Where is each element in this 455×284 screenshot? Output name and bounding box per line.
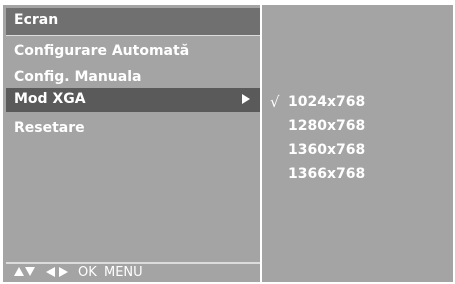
checkmark-icon: √ <box>270 93 280 111</box>
option-label: 1360x768 <box>288 142 366 158</box>
option-1360x768[interactable]: 1360x768 <box>262 139 453 161</box>
left-arrow-icon <box>46 267 55 277</box>
menu-item-resetare[interactable]: Resetare <box>6 117 260 141</box>
submenu-arrow-icon <box>242 94 250 104</box>
right-arrow-icon <box>59 267 68 277</box>
menu-item-config-manuala[interactable]: Config. Manuala <box>6 66 260 90</box>
option-label: 1280x768 <box>288 118 366 134</box>
up-arrow-icon <box>14 267 24 276</box>
submenu-panel: √ 1024x768 1280x768 1360x768 1366x768 <box>262 5 453 282</box>
menu-hint: MENU <box>104 265 143 280</box>
option-label: 1024x768 <box>288 94 366 110</box>
menu-item-label: Mod XGA <box>14 91 86 107</box>
option-label: 1366x768 <box>288 166 366 182</box>
menu-title: Ecran <box>14 12 59 28</box>
menu-item-label: Configurare Automată <box>14 43 190 59</box>
menu-title-bar: Ecran <box>6 8 260 36</box>
menu-item-label: Config. Manuala <box>14 69 142 85</box>
menu-item-mod-xga[interactable]: Mod XGA <box>6 88 260 112</box>
main-menu-panel: Ecran Configurare Automată Config. Manua… <box>3 5 260 282</box>
option-1366x768[interactable]: 1366x768 <box>262 163 453 185</box>
down-arrow-icon <box>25 267 35 276</box>
osd-screen-menu: Ecran Configurare Automată Config. Manua… <box>3 5 453 282</box>
navigation-hints: OK MENU <box>6 264 260 282</box>
menu-item-configurare-automata[interactable]: Configurare Automată <box>6 40 260 64</box>
ok-hint: OK <box>78 265 97 280</box>
option-1280x768[interactable]: 1280x768 <box>262 115 453 137</box>
option-1024x768[interactable]: √ 1024x768 <box>262 91 453 113</box>
menu-item-label: Resetare <box>14 120 85 136</box>
